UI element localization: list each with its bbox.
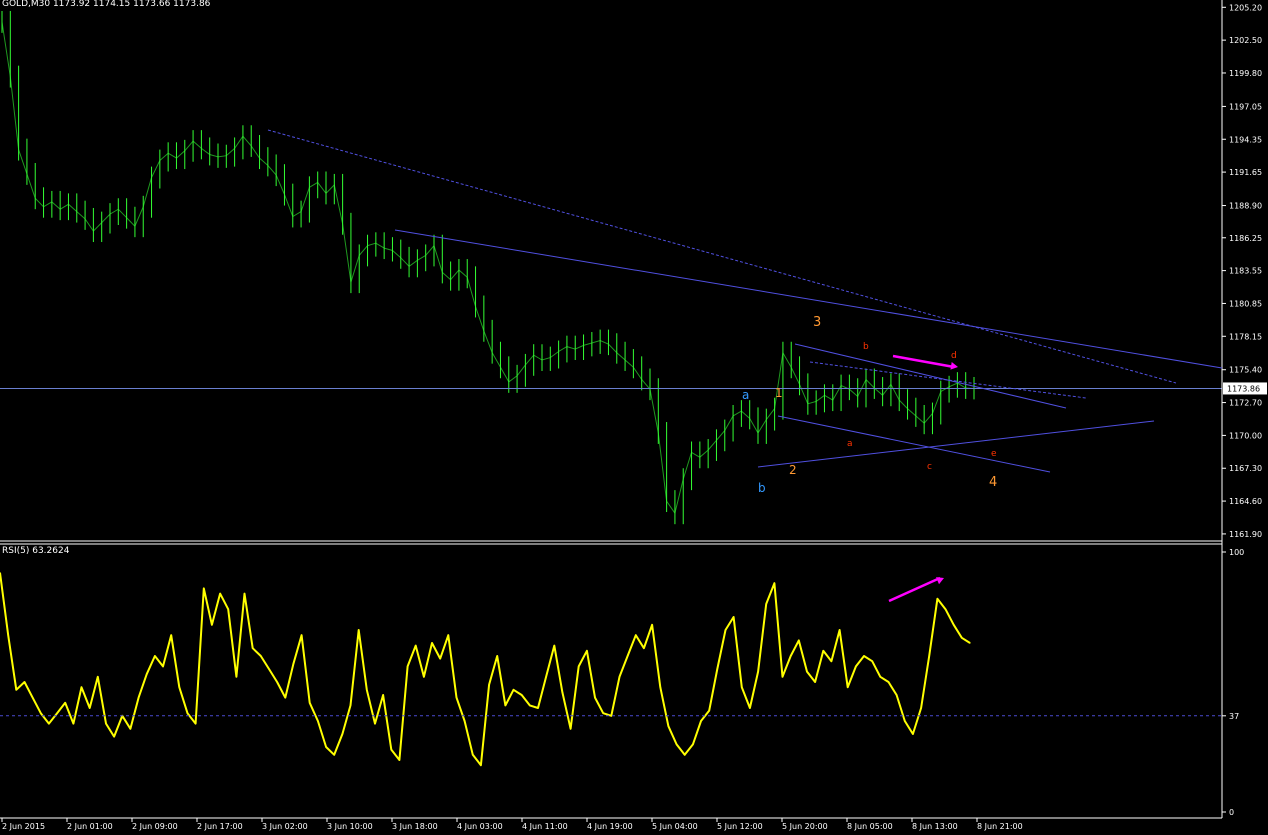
chart-root: 1205.20 1202.50 1199.80 1197.05 1194.35 1191.… [0, 0, 1268, 831]
price-tick-label: 1191.65 [1229, 168, 1262, 177]
time-tick-label: 3 Jun 10:00 [327, 822, 373, 831]
wave-label: b [863, 342, 869, 352]
time-tick-label: 8 Jun 05:00 [847, 822, 893, 831]
time-tick-label: 8 Jun 21:00 [977, 822, 1023, 831]
time-tick-label: 5 Jun 04:00 [652, 822, 698, 831]
time-tick-label: 2 Jun 09:00 [132, 822, 178, 831]
wave-label: a [742, 388, 749, 402]
price-tick-label: 1164.60 [1229, 497, 1262, 506]
symbol-header: GOLD,M30 1173.92 1174.15 1173.66 1173.86 [2, 0, 211, 9]
price-arrow [892, 354, 955, 369]
time-tick-label: 4 Jun 03:00 [457, 822, 503, 831]
price-tick-label: 1186.25 [1229, 234, 1262, 243]
price-arrow-head [950, 362, 958, 370]
price-tick-label: 1202.50 [1229, 36, 1262, 45]
time-tick-label: 2 Jun 01:00 [67, 822, 113, 831]
channel-upper [794, 343, 1067, 409]
wave-label: c [927, 462, 932, 472]
wave-label: 4 [989, 475, 997, 490]
channel-lower [777, 415, 1051, 473]
time-tick-label: 5 Jun 12:00 [717, 822, 763, 831]
rsi-arrow [888, 576, 941, 603]
time-tick-label: 4 Jun 11:00 [522, 822, 568, 831]
price-tick-label: 1178.15 [1229, 332, 1262, 341]
dashed-trendline-upper [267, 129, 1177, 384]
price-line [1, 21, 975, 515]
time-tick-label: 8 Jun 13:00 [912, 822, 958, 831]
time-tick-label: 3 Jun 18:00 [392, 822, 438, 831]
price-tick-label: 1161.90 [1229, 530, 1262, 539]
rsi-panel [0, 572, 1222, 767]
price-tick-label: 1199.80 [1229, 69, 1262, 78]
chart-svg: 1205.20 1202.50 1199.80 1197.05 1194.35 1191.… [0, 0, 1267, 831]
wave-label: 2 [789, 463, 797, 477]
price-tick-label: 1197.05 [1229, 102, 1262, 111]
price-tick-label: 1172.70 [1229, 399, 1262, 408]
price-panel [0, 10, 1222, 525]
time-tick-label: 2 Jun 2015 [2, 822, 45, 831]
wave-label: b [758, 481, 766, 495]
wave-label: d [951, 351, 957, 361]
time-tick-label: 5 Jun 20:00 [782, 822, 828, 831]
wave-label: 3 [813, 315, 821, 330]
triangle-lower [757, 420, 1155, 468]
wave-label: e [991, 449, 997, 459]
price-tick-label: 1188.90 [1229, 202, 1262, 211]
rsi-arrow-head [936, 577, 944, 585]
time-tick-label: 3 Jun 02:00 [262, 822, 308, 831]
rsi-line [0, 572, 971, 767]
axes: 1205.20 1202.50 1199.80 1197.05 1194.35 1191.… [0, 0, 1267, 831]
price-tick-label: 1180.85 [1229, 299, 1262, 308]
drawings: 3 1 2 4 a b b a c d e [267, 129, 1223, 603]
current-price-label: 1173.86 [1227, 384, 1260, 393]
price-tick-label: 1175.40 [1229, 366, 1262, 375]
indicator-header: RSI(5) 63.2624 [2, 546, 70, 556]
wave-label: 1 [775, 386, 783, 400]
rsi-tick-label: 100 [1229, 548, 1244, 557]
wave-label: a [847, 439, 853, 449]
rsi-tick-label: 0 [1229, 808, 1234, 817]
time-tick-label: 2 Jun 17:00 [197, 822, 243, 831]
price-tick-label: 1170.00 [1229, 431, 1262, 440]
price-tick-label: 1167.30 [1229, 464, 1262, 473]
time-tick-label: 4 Jun 19:00 [587, 822, 633, 831]
price-tick-label: 1194.35 [1229, 135, 1262, 144]
price-tick-label: 1205.20 [1229, 3, 1262, 12]
price-tick-label: 1183.55 [1229, 267, 1262, 276]
rsi-tick-label: 37 [1229, 712, 1239, 721]
